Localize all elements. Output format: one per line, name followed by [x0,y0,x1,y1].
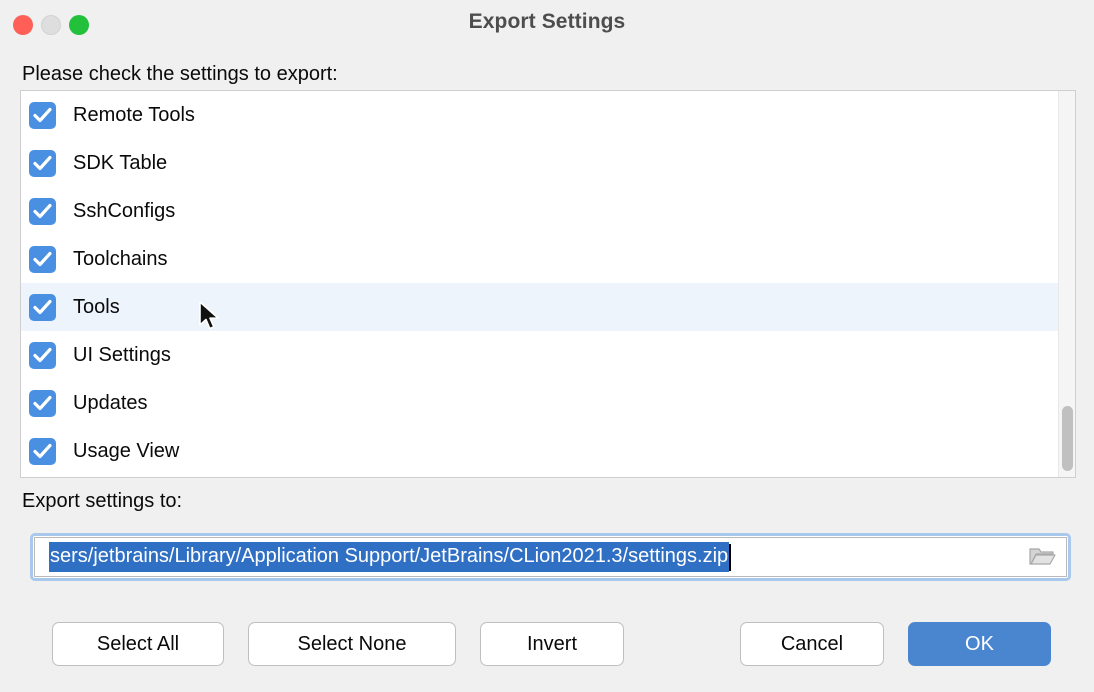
list-item[interactable]: UI Settings [21,331,1058,379]
checkbox-checked-icon[interactable] [29,294,56,321]
list-scrollbar-track[interactable] [1058,91,1075,477]
list-item[interactable]: Tools [21,283,1058,331]
export-path-value[interactable]: sers/jetbrains/Library/Application Suppo… [49,542,729,572]
cancel-button[interactable]: Cancel [740,622,884,666]
settings-list-scrollarea: Remote Tools SDK Table SshConfigs Toolchain… [21,91,1058,477]
invert-button[interactable]: Invert [480,622,624,666]
list-item-label: Tools [73,297,120,317]
list-item-label: Toolchains [73,249,168,269]
select-all-button[interactable]: Select All [52,622,224,666]
window-title: Export Settings [0,10,1094,34]
list-item[interactable]: Usage View [21,427,1058,475]
export-path-field-wrapper: sers/jetbrains/Library/Application Suppo… [30,533,1071,581]
checkbox-checked-icon[interactable] [29,198,56,225]
prompt-label: Please check the settings to export: [22,63,338,86]
export-path-field[interactable]: sers/jetbrains/Library/Application Suppo… [34,537,1067,577]
checkbox-checked-icon[interactable] [29,246,56,273]
checkbox-checked-icon[interactable] [29,102,56,129]
checkbox-checked-icon[interactable] [29,390,56,417]
list-item-label: UI Settings [73,345,171,365]
list-item-label: SshConfigs [73,201,175,221]
list-item-label: SDK Table [73,153,167,173]
list-scrollbar-thumb[interactable] [1062,406,1073,471]
list-item[interactable]: SshConfigs [21,187,1058,235]
export-path-label: Export settings to: [22,490,182,513]
list-item-label: Updates [73,393,148,413]
text-caret [729,544,731,571]
checkbox-checked-icon[interactable] [29,438,56,465]
checkbox-checked-icon[interactable] [29,150,56,177]
checkbox-checked-icon[interactable] [29,342,56,369]
list-item[interactable]: Updates [21,379,1058,427]
list-item[interactable]: Remote Tools [21,91,1058,139]
list-item-label: Usage View [73,441,179,461]
folder-open-icon[interactable] [1026,543,1058,571]
window-titlebar: Export Settings [0,0,1094,48]
list-item-label: Remote Tools [73,105,195,125]
settings-list: Remote Tools SDK Table SshConfigs Toolchain… [20,90,1076,478]
list-item[interactable]: SDK Table [21,139,1058,187]
list-item[interactable]: Toolchains [21,235,1058,283]
select-none-button[interactable]: Select None [248,622,456,666]
ok-button[interactable]: OK [908,622,1051,666]
